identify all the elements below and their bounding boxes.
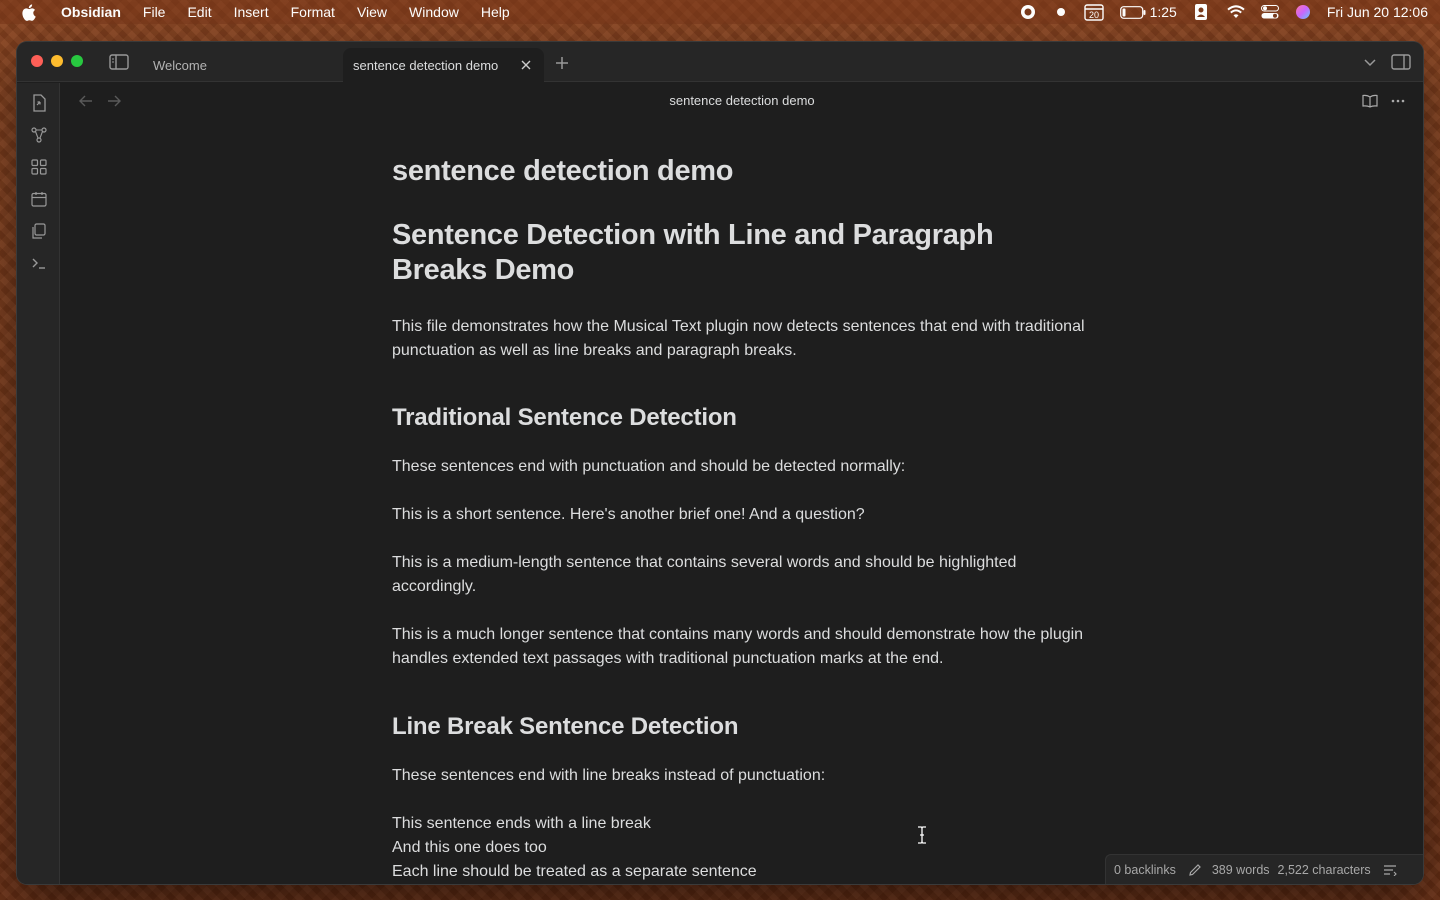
canvas-grid-icon[interactable]	[17, 151, 60, 183]
templates-copy-icon[interactable]	[17, 215, 60, 247]
menu-file[interactable]: File	[132, 0, 177, 24]
open-quick-switcher-icon[interactable]	[17, 87, 60, 119]
line-section2-3[interactable]: Each line should be treated as a separat…	[392, 860, 1092, 884]
heading-traditional[interactable]: Traditional Sentence Detection	[392, 403, 1092, 433]
document-body[interactable]: sentence detection demo Sentence Detecti…	[392, 155, 1092, 884]
menu-app-name[interactable]: Obsidian	[51, 0, 132, 24]
tab-welcome[interactable]: Welcome	[143, 48, 343, 82]
menubar-clock[interactable]: Fri Jun 20 12:06	[1327, 4, 1428, 20]
view-header: sentence detection demo	[61, 83, 1423, 119]
user-icon[interactable]	[1194, 0, 1207, 24]
menu-bar: Obsidian File Edit Insert Format View Wi…	[0, 0, 1440, 24]
menu-format[interactable]: Format	[280, 0, 346, 24]
paragraph-intro[interactable]: This file demonstrates how the Musical T…	[392, 315, 1092, 363]
siri-icon[interactable]	[1295, 0, 1311, 24]
svg-text:20: 20	[1089, 10, 1099, 20]
tab-list-chevron-down-icon[interactable]	[1361, 54, 1379, 72]
text-cursor-icon	[917, 826, 927, 844]
battery-time: 1:25	[1149, 4, 1177, 20]
sync-list-icon[interactable]	[1383, 864, 1397, 876]
close-window-button[interactable]	[31, 55, 43, 67]
new-tab-icon[interactable]	[553, 54, 571, 72]
apple-icon[interactable]	[19, 3, 37, 21]
edit-pencil-icon[interactable]	[1188, 863, 1202, 877]
zoom-window-button[interactable]	[71, 55, 83, 67]
paragraph-section1-1[interactable]: These sentences end with punctuation and…	[392, 455, 1092, 479]
right-sidebar-toggle-icon[interactable]	[1391, 52, 1411, 72]
editor-pane: sentence detection demo sentence detecti…	[61, 83, 1423, 884]
character-count: 2,522 characters	[1277, 862, 1371, 877]
view-header-title[interactable]: sentence detection demo	[61, 93, 1423, 108]
menu-window[interactable]: Window	[398, 0, 470, 24]
menu-help[interactable]: Help	[470, 0, 521, 24]
menu-view[interactable]: View	[346, 0, 398, 24]
word-count: 389 words	[1211, 862, 1270, 877]
paragraph-section2-1[interactable]: These sentences end with line breaks ins…	[392, 764, 1092, 788]
ribbon	[17, 83, 60, 884]
paragraph-section1-4[interactable]: This is a much longer sentence that cont…	[392, 623, 1092, 671]
window-controls	[31, 55, 83, 67]
line-section2-2[interactable]: And this one does too	[392, 836, 1092, 860]
tab-sentence-detection-demo[interactable]: sentence detection demo	[343, 48, 544, 82]
backlinks-count[interactable]: 0 backlinks	[1114, 863, 1176, 877]
battery-icon[interactable]	[1119, 0, 1146, 24]
left-sidebar-toggle-icon[interactable]	[109, 53, 129, 71]
status-dot-icon[interactable]	[1056, 0, 1066, 24]
calendar-icon[interactable]: 20	[1083, 0, 1104, 24]
more-options-icon[interactable]	[1389, 92, 1407, 110]
wifi-icon[interactable]	[1227, 0, 1245, 24]
daily-note-calendar-icon[interactable]	[17, 183, 60, 215]
control-center-icon[interactable]	[1260, 0, 1279, 24]
tab-welcome-label: Welcome	[153, 57, 207, 73]
paragraph-section1-3[interactable]: This is a medium-length sentence that co…	[392, 551, 1092, 599]
screen-record-icon[interactable]	[1020, 0, 1036, 24]
graph-view-icon[interactable]	[17, 119, 60, 151]
heading-line-break[interactable]: Line Break Sentence Detection	[392, 712, 1092, 742]
title-bar: Welcome sentence detection demo	[17, 42, 1423, 82]
close-tab-icon[interactable]	[518, 57, 534, 73]
paragraph-section1-2[interactable]: This is a short sentence. Here's another…	[392, 503, 1092, 527]
status-bar: 0 backlinks 389 words 2,522 characters	[1105, 854, 1423, 884]
obsidian-window: Welcome sentence detection demo sentence…	[17, 42, 1423, 884]
menu-insert[interactable]: Insert	[223, 0, 280, 24]
menu-edit[interactable]: Edit	[176, 0, 222, 24]
heading-1[interactable]: Sentence Detection with Line and Paragra…	[392, 218, 1092, 288]
tab-active-label: sentence detection demo	[353, 57, 499, 73]
line-section2-1[interactable]: This sentence ends with a line break	[392, 812, 1092, 836]
inline-title[interactable]: sentence detection demo	[392, 155, 1092, 195]
reading-view-book-icon[interactable]	[1361, 92, 1379, 110]
minimize-window-button[interactable]	[51, 55, 63, 67]
terminal-icon[interactable]	[17, 247, 60, 279]
